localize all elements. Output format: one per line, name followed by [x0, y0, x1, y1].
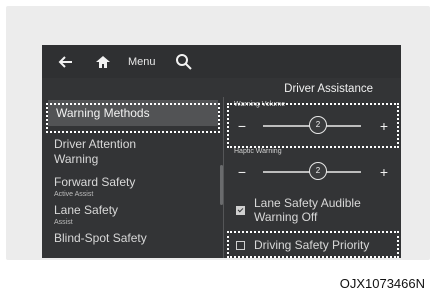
haptic-decrease-button[interactable]: −	[234, 164, 250, 180]
lane-audible-label[interactable]: Lane Safety Audible Warning Off	[254, 196, 389, 224]
panel-title: Driver Assistance	[284, 83, 373, 95]
nav-scrollbar[interactable]	[220, 165, 223, 205]
slider-knob[interactable]: 2	[309, 162, 327, 180]
nav-item-label: Lane Safety	[54, 203, 119, 217]
nav-item-driver-attention[interactable]: Driver Attention Warning	[54, 137, 174, 167]
figure-code: OJX1073466N	[339, 276, 425, 291]
nav-item-sublabel: Assist	[54, 219, 73, 226]
back-arrow-icon[interactable]	[56, 52, 76, 72]
nav-item-label: Driver Attention Warning	[54, 137, 137, 166]
infotainment-screen: Menu Driver Assistance Warning Methods D…	[42, 45, 401, 258]
menu-button[interactable]: Menu	[128, 56, 156, 68]
highlight-warning-volume	[227, 103, 399, 148]
haptic-warning-label: Haptic Warning	[234, 148, 282, 155]
nav-item-lane-safety[interactable]: Lane Safety Assist	[54, 203, 118, 227]
nav-item-label: Forward Safety	[54, 175, 136, 189]
nav-item-blind-spot-safety[interactable]: Blind-Spot Safety	[54, 231, 147, 246]
nav-item-sublabel: Active Assist	[54, 191, 94, 198]
haptic-warning-slider[interactable]: − 2 +	[230, 157, 396, 187]
lane-audible-checkbox[interactable]	[236, 206, 245, 215]
nav-item-label: Blind-Spot Safety	[54, 231, 147, 245]
highlight-driving-priority	[227, 231, 399, 258]
nav-item-forward-safety[interactable]: Forward Safety Active Assist	[54, 175, 135, 199]
highlight-warning-methods	[46, 103, 220, 133]
top-bar: Menu	[42, 45, 401, 78]
search-icon[interactable]	[174, 52, 194, 72]
home-icon[interactable]	[93, 52, 113, 72]
haptic-increase-button[interactable]: +	[376, 164, 392, 180]
column-divider	[223, 97, 224, 258]
